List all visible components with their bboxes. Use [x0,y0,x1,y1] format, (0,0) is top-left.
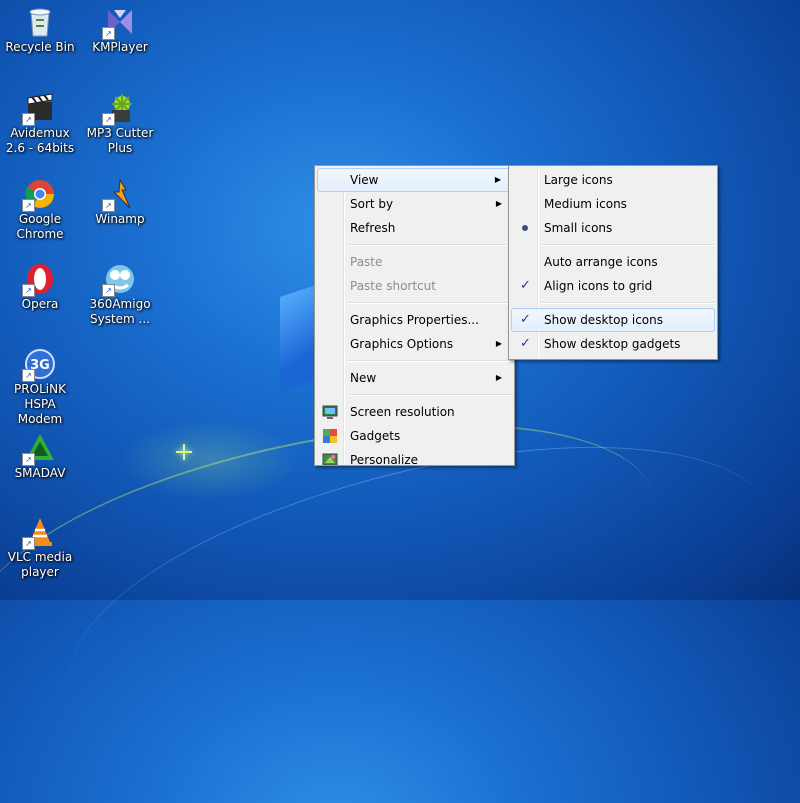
menu-item-refresh[interactable]: Refresh [317,216,512,240]
menu-separator [347,394,512,396]
shortcut-arrow-icon: ↗ [102,284,115,297]
desktop-icon-smadav[interactable]: ↗ SMADAV [2,432,78,481]
icon-label: KMPlayer [92,40,148,54]
menu-item-screen-resolution[interactable]: Screen resolution [317,400,512,424]
menu-item-label: New [350,371,377,385]
avidemux-icon: ↗ [22,92,56,126]
menu-item-view[interactable]: View ▶ [317,168,512,192]
shortcut-arrow-icon: ↗ [22,284,35,297]
wallpaper-sparkle [176,444,192,460]
radio-bullet-icon [522,225,528,231]
icon-label: MP3 Cutter Plus [86,126,154,155]
menu-item-label: Medium icons [544,197,627,211]
checkmark-icon: ✓ [520,336,531,351]
menu-item-new[interactable]: New ▶ [317,366,512,390]
winamp-icon: ↗ [102,178,136,212]
icon-label: 360Amigo System ... [89,297,151,326]
shortcut-arrow-icon: ↗ [102,27,115,40]
submenu-arrow-icon: ▶ [495,373,502,382]
menu-item-label: Paste [350,255,383,269]
menu-item-label: Gadgets [350,429,401,443]
menu-item-label: Refresh [350,221,396,235]
prolink-icon: 3G ↗ [22,348,56,382]
screen-resolution-icon [322,404,338,420]
menu-item-label: Show desktop icons [544,313,664,327]
menu-item-label: View [350,173,379,187]
icon-label: Opera [21,297,59,311]
360amigo-icon: ↗ [102,263,136,297]
desktop-icon-vlc[interactable]: ↗ VLC media player [2,516,78,580]
desktop-icon-winamp[interactable]: ↗ Winamp [82,178,158,227]
shortcut-arrow-icon: ↗ [22,113,35,126]
menu-item-label: Personalize [350,453,419,466]
desktop-context-menu: View ▶ Sort by ▶ Refresh Paste Paste sho… [314,165,515,466]
menu-item-label: Screen resolution [350,405,455,419]
submenu-arrow-icon: ▶ [494,175,501,184]
shortcut-arrow-icon: ↗ [22,199,35,212]
menu-separator [347,244,512,246]
checkmark-icon: ✓ [520,278,531,293]
desktop-icon-opera[interactable]: ↗ Opera [2,263,78,312]
menu-item-graphics-properties[interactable]: Graphics Properties... [317,308,512,332]
menu-item-personalize[interactable]: Personalize [317,448,512,466]
desktop-icon-prolink[interactable]: 3G ↗ PROLiNK HSPA Modem [2,348,78,427]
menu-item-large-icons[interactable]: Large icons [511,168,715,192]
menu-item-show-desktop-icons[interactable]: ✓ Show desktop icons [511,308,715,332]
icon-label: Winamp [95,212,145,226]
personalize-icon [322,452,338,465]
menu-item-label: Align icons to grid [544,279,653,293]
desktop-icon-360amigo[interactable]: ↗ 360Amigo System ... [82,263,158,327]
vlc-icon: ↗ [22,516,56,550]
menu-item-graphics-options[interactable]: Graphics Options ▶ [317,332,512,356]
chrome-icon: ↗ [22,178,56,212]
menu-item-show-desktop-gadgets[interactable]: ✓ Show desktop gadgets [511,332,715,356]
shortcut-arrow-icon: ↗ [22,453,35,466]
icon-label: Avidemux 2.6 - 64bits [5,126,75,155]
menu-separator [541,302,715,304]
menu-item-label: Small icons [544,221,613,235]
desktop-icon-avidemux[interactable]: ↗ Avidemux 2.6 - 64bits [2,92,78,156]
submenu-arrow-icon: ▶ [495,339,502,348]
menu-item-gadgets[interactable]: Gadgets [317,424,512,448]
shortcut-arrow-icon: ↗ [102,113,115,126]
menu-separator [347,360,512,362]
smadav-icon: ↗ [22,432,56,466]
menu-item-small-icons[interactable]: Small icons [511,216,715,240]
desktop-icon-mp3-cutter[interactable]: ↗ MP3 Cutter Plus [82,92,158,156]
menu-item-paste: Paste [317,250,512,274]
menu-separator [541,244,715,246]
icon-label: VLC media player [7,550,73,579]
gadgets-icon [322,428,338,444]
menu-item-sort-by[interactable]: Sort by ▶ [317,192,512,216]
opera-icon: ↗ [22,263,56,297]
icon-label: Google Chrome [16,212,64,241]
menu-item-label: Graphics Properties... [350,313,479,327]
menu-item-label: Sort by [350,197,394,211]
desktop-icon-chrome[interactable]: ↗ Google Chrome [2,178,78,242]
shortcut-arrow-icon: ↗ [22,537,35,550]
kmplayer-icon: ↗ [102,6,136,40]
menu-separator [347,302,512,304]
recycle-bin-icon [24,6,56,38]
menu-item-label: Large icons [544,173,613,187]
view-submenu: Large icons Medium icons Small icons Aut… [508,165,718,360]
menu-item-label: Show desktop gadgets [544,337,681,351]
menu-item-align-icons-to-grid[interactable]: ✓ Align icons to grid [511,274,715,298]
shortcut-arrow-icon: ↗ [102,199,115,212]
submenu-arrow-icon: ▶ [495,199,502,208]
desktop-icon-recycle-bin[interactable]: Recycle Bin [2,6,78,55]
shortcut-arrow-icon: ↗ [22,369,35,382]
icon-label: PROLiNK HSPA Modem [14,382,66,426]
menu-item-paste-shortcut: Paste shortcut [317,274,512,298]
menu-item-label: Paste shortcut [350,279,436,293]
menu-item-label: Auto arrange icons [544,255,658,269]
desktop-icon-kmplayer[interactable]: ↗ KMPlayer [82,6,158,55]
icon-label: Recycle Bin [5,40,75,54]
menu-item-label: Graphics Options [350,337,454,351]
checkmark-icon: ✓ [520,312,531,327]
menu-item-medium-icons[interactable]: Medium icons [511,192,715,216]
mp3-cutter-icon: ↗ [102,92,136,126]
menu-item-auto-arrange-icons[interactable]: Auto arrange icons [511,250,715,274]
icon-label: SMADAV [14,466,66,480]
